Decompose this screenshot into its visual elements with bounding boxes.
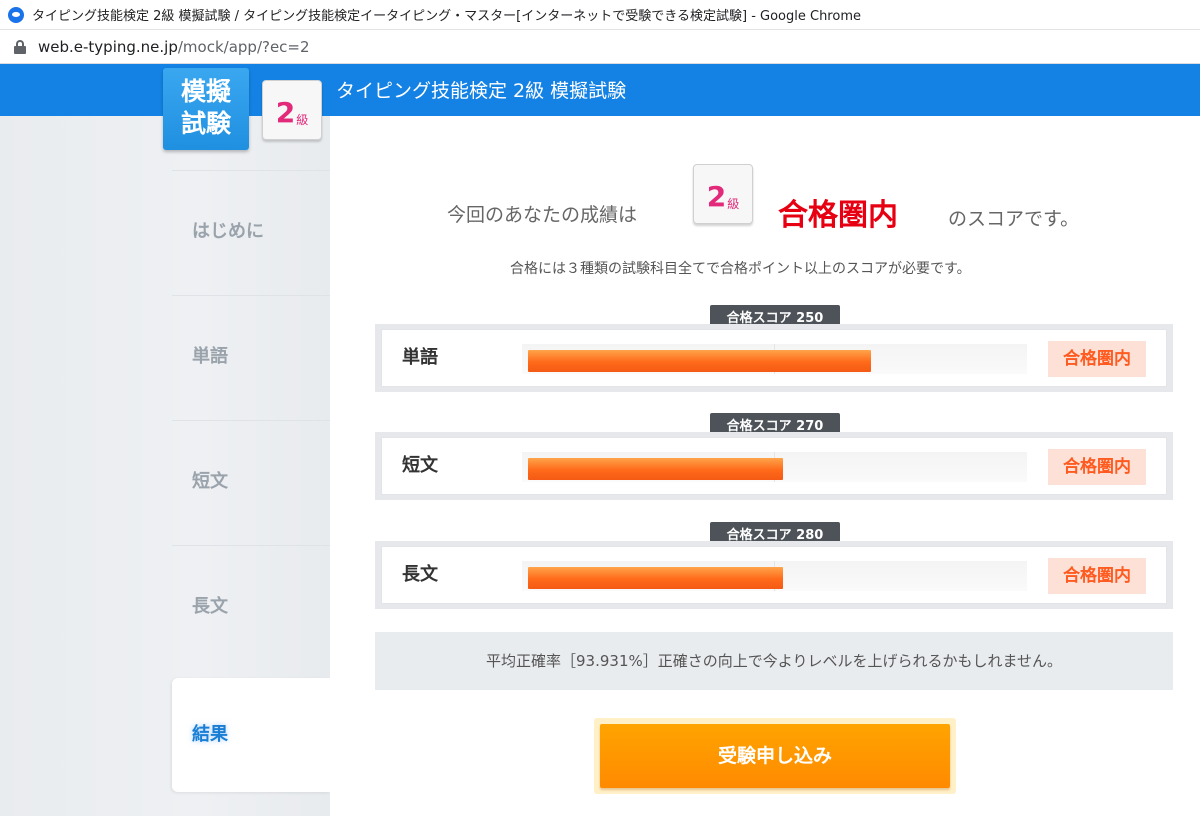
subject-label: 短文 (402, 455, 438, 476)
sidebar-item-label: 単語 (192, 346, 228, 367)
page-title: タイピング技能検定 2級 模擬試験 (336, 80, 627, 102)
score-bar (528, 350, 871, 372)
sidebar-item-short-text[interactable]: 短文 (172, 420, 330, 544)
score-track (522, 344, 1027, 374)
grade-unit: 級 (296, 113, 309, 127)
accuracy-message: 平均正確率［93.931%］正確さの向上で今よりレベルを上げられるかもしれません… (375, 632, 1173, 690)
sidebar-item-label: 結果 (192, 724, 228, 745)
subject-label: 単語 (402, 347, 438, 368)
score-row-long-text: 長文 合格圏内 (375, 541, 1173, 609)
mock-badge-line1: 模擬 (180, 77, 231, 106)
header-grade-badge: 2 級 (262, 80, 322, 140)
grade-unit: 級 (727, 197, 740, 211)
subject-label: 長文 (402, 564, 438, 585)
score-row-short-text: 短文 合格圏内 (375, 432, 1173, 500)
result-prefix: 今回のあなたの成績は (447, 204, 638, 226)
mock-badge-line2: 試験 (180, 109, 231, 138)
mock-exam-badge: 模擬 試験 (163, 68, 249, 150)
url-path: /mock/app/?ec=2 (177, 37, 310, 56)
pass-requirement-note: 合格には３種類の試験科目全てで合格ポイント以上のスコアが必要です。 (510, 261, 971, 277)
sidebar-item-label: はじめに (192, 221, 264, 242)
window-title: タイピング技能検定 2級 模擬試験 / タイピング技能検定イータイピング・マスタ… (32, 9, 861, 24)
sidebar-item-result[interactable]: 結果 (172, 678, 330, 792)
status-badge: 合格圏内 (1048, 449, 1146, 485)
result-suffix: のスコアです。 (948, 208, 1080, 230)
score-bar (528, 458, 783, 480)
apply-exam-button[interactable]: 受験申し込み (600, 724, 950, 788)
url-text[interactable]: web.e-typing.ne.jp/mock/app/?ec=2 (38, 38, 310, 56)
sidebar-item-words[interactable]: 単語 (172, 295, 330, 419)
grade-number: 2 (275, 96, 296, 129)
status-badge: 合格圏内 (1048, 558, 1146, 594)
sidebar-item-intro[interactable]: はじめに (172, 170, 330, 294)
result-grade-badge: 2 級 (693, 164, 753, 224)
url-host: web.e-typing.ne.jp (38, 37, 178, 56)
score-track (522, 452, 1027, 482)
status-badge: 合格圏内 (1048, 341, 1146, 377)
apply-button-frame: 受験申し込み (594, 718, 956, 794)
result-status: 合格圏内 (778, 198, 898, 233)
score-track (522, 561, 1027, 591)
sidebar-item-label: 長文 (192, 596, 228, 617)
score-row-words: 単語 合格圏内 (375, 324, 1173, 392)
site-favicon-icon (8, 6, 24, 23)
sidebar-item-label: 短文 (192, 471, 228, 492)
sidebar-item-long-text[interactable]: 長文 (172, 545, 330, 669)
browser-title-bar: タイピング技能検定 2級 模擬試験 / タイピング技能検定イータイピング・マスタ… (0, 0, 1200, 30)
score-bar (528, 567, 783, 589)
lock-icon[interactable] (14, 39, 26, 54)
address-bar[interactable]: web.e-typing.ne.jp/mock/app/?ec=2 (0, 30, 1200, 64)
grade-number: 2 (706, 180, 727, 213)
